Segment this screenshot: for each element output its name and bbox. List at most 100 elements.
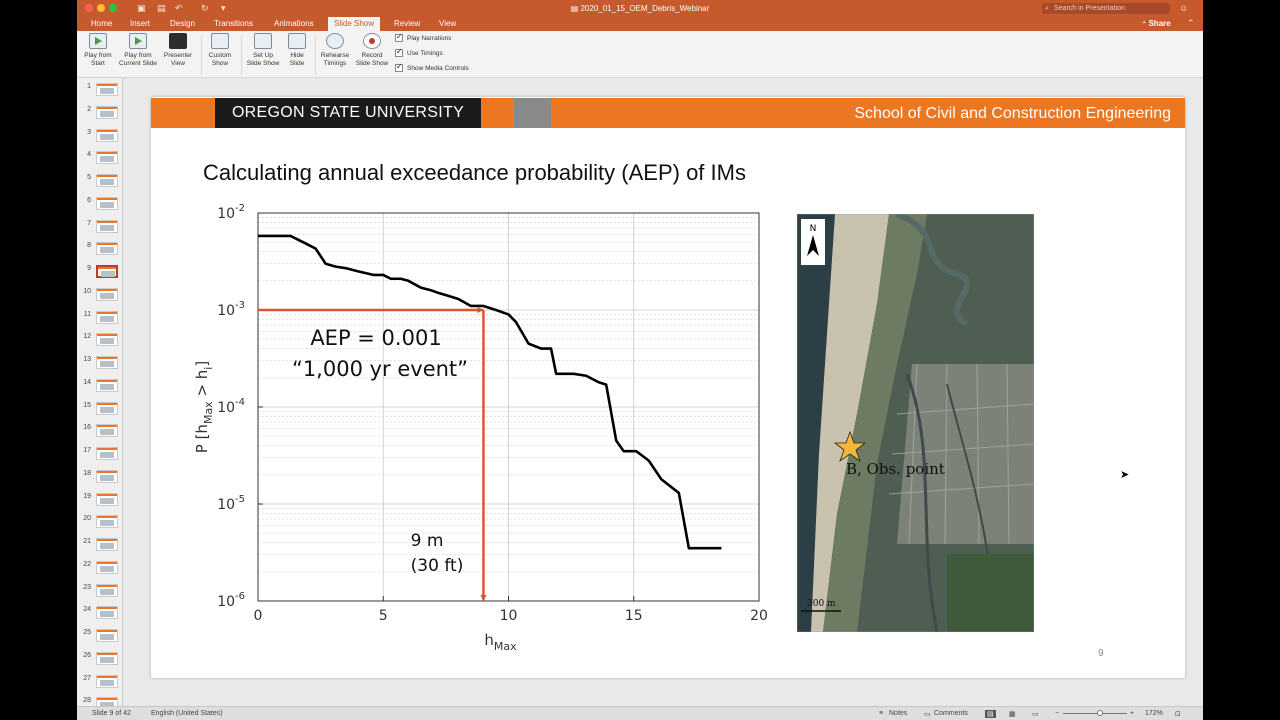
zoom-out-icon[interactable]: − xyxy=(1055,710,1059,717)
slide-thumbnail[interactable]: 10 xyxy=(77,284,122,304)
slide-thumbnail[interactable]: 27 xyxy=(77,671,122,691)
zoom-level[interactable]: 172% xyxy=(1145,710,1163,717)
aep-annotation: AEP = 0.001 xyxy=(310,326,441,350)
slide-thumbnail-image xyxy=(96,515,118,529)
normal-view-icon[interactable]: ▤ xyxy=(985,710,996,718)
slide-thumbnail-image xyxy=(96,560,118,574)
hide-slide-button[interactable]: Hide Slide xyxy=(283,33,311,67)
slide-thumbnail[interactable]: 15 xyxy=(77,398,122,418)
slide-counter: Slide 9 of 42 xyxy=(92,710,131,717)
comments-button[interactable]: Comments xyxy=(934,710,968,717)
slide-thumbnail[interactable]: 26 xyxy=(77,648,122,668)
slide-thumbnail-image xyxy=(96,378,118,392)
slide-thumbnail-number: 11 xyxy=(83,310,91,318)
slide-thumbnail[interactable]: 16 xyxy=(77,420,122,440)
aep-chart[interactable]: 0 5 10 15 20 10-2 10-3 10-4 10-5 10-6 hMax P [hMax … xyxy=(151,97,791,678)
hide-slide-icon xyxy=(288,33,306,49)
search-input[interactable]: ⌕ Search in Presentation xyxy=(1042,3,1170,14)
set-up-slide-show-button[interactable]: Set Up Slide Show xyxy=(243,33,283,67)
slide-thumbnail[interactable]: 25 xyxy=(77,625,122,645)
document-icon: ▤ xyxy=(570,4,581,13)
slide-thumbnail-number: 7 xyxy=(87,219,91,227)
slide-thumbnail-number: 17 xyxy=(83,447,91,454)
y-tick-label: 10-5 xyxy=(217,494,245,513)
slide-thumbnail-number: 8 xyxy=(87,242,91,250)
slide-thumbnail[interactable]: 22 xyxy=(77,557,122,577)
tab-home[interactable]: Home xyxy=(91,19,112,28)
ribbon-separator xyxy=(241,35,242,75)
slide-thumbnail[interactable]: 7 xyxy=(77,216,122,236)
reading-view-icon[interactable]: ▭ xyxy=(1032,710,1039,718)
powerpoint-window: ▣ ▤ ↶ ↻ ▾ ▤ 2020_01_15_OEM_Debris_Webina… xyxy=(77,0,1203,720)
slide-thumbnail-image xyxy=(96,310,118,324)
y-tick-label: 10-4 xyxy=(217,397,245,416)
tab-view[interactable]: View xyxy=(439,19,456,28)
slide-thumbnail[interactable]: 23 xyxy=(77,580,122,600)
search-icon: ⌕ xyxy=(1045,5,1049,12)
ribbon-separator xyxy=(315,35,316,75)
account-icon[interactable]: ☺ xyxy=(1179,3,1188,13)
comments-icon[interactable]: ▭ xyxy=(924,710,931,718)
fit-to-window-icon[interactable]: ⊡ xyxy=(1175,710,1181,718)
slide-thumbnail[interactable]: 13 xyxy=(77,352,122,372)
slide-sorter-icon[interactable]: ▦ xyxy=(1009,710,1016,718)
slide-thumbnail[interactable]: 1 xyxy=(77,79,122,99)
language-indicator[interactable]: English (United States) xyxy=(151,710,223,717)
record-slide-show-button[interactable]: Record Slide Show xyxy=(353,33,391,67)
slide-thumbnail[interactable]: 14 xyxy=(77,375,122,395)
play-narrations-checkbox[interactable]: Play Narrations xyxy=(395,32,451,42)
share-button[interactable]: ⁺ Share xyxy=(1142,19,1171,28)
slide-thumbnail-image xyxy=(96,674,118,688)
tab-insert[interactable]: Insert xyxy=(130,19,150,28)
slide-thumbnail[interactable]: 4 xyxy=(77,147,122,167)
tab-design[interactable]: Design xyxy=(170,19,195,28)
slide-thumbnail[interactable]: 9 xyxy=(77,261,122,281)
slide-canvas[interactable]: OREGON STATE UNIVERSITY School of Civil … xyxy=(151,97,1185,678)
status-bar: Slide 9 of 42 English (United States) ≡ … xyxy=(77,706,1203,720)
slide-thumbnail-number: 22 xyxy=(83,560,91,568)
slide-thumbnail-number: 13 xyxy=(83,356,91,363)
slide-thumbnail-number: 24 xyxy=(83,606,91,614)
use-timings-checkbox[interactable]: Use Timings xyxy=(395,47,443,57)
y-tick-label: 10-6 xyxy=(217,591,245,610)
zoom-slider[interactable] xyxy=(1063,713,1127,714)
presenter-view-button[interactable]: Presenter View xyxy=(161,33,195,67)
notes-icon[interactable]: ≡ xyxy=(879,710,883,717)
slide-number: 9 xyxy=(1098,648,1104,659)
slide-thumbnail[interactable]: 5 xyxy=(77,170,122,190)
slide-thumbnail[interactable]: 18 xyxy=(77,466,122,486)
slide-thumbnail-number: 4 xyxy=(87,151,91,159)
tab-slide-show[interactable]: Slide Show xyxy=(328,17,381,31)
slide-thumbnail-image xyxy=(96,242,118,256)
play-from-start-button[interactable]: Play from Start xyxy=(80,33,116,67)
slide-thumbnail[interactable]: 12 xyxy=(77,329,122,349)
custom-show-button[interactable]: Custom Show xyxy=(203,33,237,67)
collapse-ribbon-icon[interactable]: ⌃ xyxy=(1187,18,1195,29)
slide-thumbnail-number: 28 xyxy=(83,697,91,705)
slide-thumbnail-image xyxy=(96,606,118,620)
tab-animations[interactable]: Animations xyxy=(274,19,314,28)
show-media-controls-checkbox[interactable]: Show Media Controls xyxy=(395,62,469,72)
slide-thumbnail[interactable]: 8 xyxy=(77,238,122,258)
notes-button[interactable]: Notes xyxy=(889,710,907,717)
slide-thumbnail[interactable]: 6 xyxy=(77,193,122,213)
slide-thumbnail-number: 18 xyxy=(83,469,91,477)
slide-thumbnail[interactable]: 11 xyxy=(77,307,122,327)
zoom-in-icon[interactable]: + xyxy=(1130,710,1134,717)
tab-review[interactable]: Review xyxy=(394,19,420,28)
play-from-current-slide-button[interactable]: Play from Current Slide xyxy=(115,33,161,67)
tab-transitions[interactable]: Transitions xyxy=(214,19,253,28)
slide-thumbnail[interactable]: 20 xyxy=(77,511,122,531)
slide-thumbnail[interactable]: 3 xyxy=(77,125,122,145)
rehearse-timings-button[interactable]: Rehearse Timings xyxy=(317,33,353,67)
slide-thumbnail[interactable]: 24 xyxy=(77,602,122,622)
slide-thumbnail[interactable]: 17 xyxy=(77,443,122,463)
slide-thumbnail[interactable]: 28 xyxy=(77,693,122,706)
zoom-slider-handle[interactable] xyxy=(1097,710,1103,716)
slide-thumbnail-image xyxy=(96,219,118,233)
slide-thumbnail-number: 25 xyxy=(83,629,91,636)
slide-thumbnail[interactable]: 21 xyxy=(77,534,122,554)
slide-thumbnail-number: 16 xyxy=(83,424,91,432)
slide-thumbnail[interactable]: 19 xyxy=(77,489,122,509)
slide-thumbnail[interactable]: 2 xyxy=(77,102,122,122)
